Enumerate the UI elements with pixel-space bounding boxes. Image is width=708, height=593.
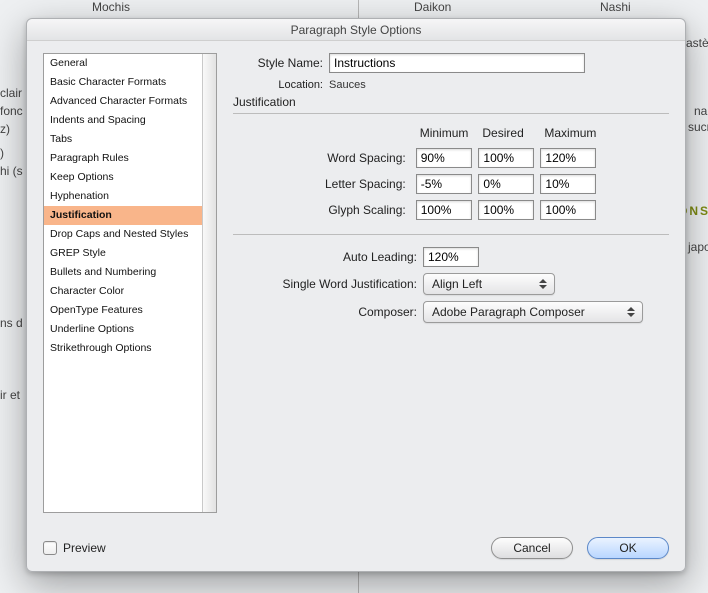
word-spacing-label: Word Spacing: xyxy=(323,146,412,170)
glyph-scaling-min-input[interactable] xyxy=(416,200,472,220)
bg-text: japo xyxy=(688,240,708,254)
bg-text: astèq xyxy=(686,36,708,50)
sidebar-item-opentype-features[interactable]: OpenType Features xyxy=(44,301,216,320)
bg-text: sucr xyxy=(688,120,708,134)
word-spacing-min-input[interactable] xyxy=(416,148,472,168)
col-maximum: Maximum xyxy=(538,126,602,144)
form-area: Style Name: Location: Sauces Justificati… xyxy=(233,53,669,329)
sidebar-item-underline-options[interactable]: Underline Options xyxy=(44,320,216,339)
glyph-scaling-max-input[interactable] xyxy=(540,200,596,220)
category-sidebar: GeneralBasic Character FormatsAdvanced C… xyxy=(43,53,217,513)
col-desired: Desired xyxy=(476,126,536,144)
word-spacing-des-input[interactable] xyxy=(478,148,534,168)
bg-text: fonc xyxy=(0,104,23,118)
section-header: Justification xyxy=(233,95,669,109)
sidebar-scrollbar[interactable] xyxy=(202,54,216,512)
bg-text: clair xyxy=(0,86,22,100)
spacing-table: Minimum Desired Maximum Word Spacing: Le… xyxy=(321,124,604,224)
composer-select[interactable]: Adobe Paragraph Composer xyxy=(423,301,643,323)
bg-text: Nashi xyxy=(600,0,631,14)
location-value: Sauces xyxy=(329,79,366,91)
paragraph-style-options-dialog: Paragraph Style Options GeneralBasic Cha… xyxy=(26,18,686,572)
style-name-input[interactable] xyxy=(329,53,585,73)
sidebar-item-basic-character-formats[interactable]: Basic Character Formats xyxy=(44,73,216,92)
sidebar-item-tabs[interactable]: Tabs xyxy=(44,130,216,149)
bg-text: ir et xyxy=(0,388,20,402)
bg-text: hi (s xyxy=(0,164,23,178)
sidebar-item-strikethrough-options[interactable]: Strikethrough Options xyxy=(44,339,216,358)
dialog-content: GeneralBasic Character FormatsAdvanced C… xyxy=(27,41,685,571)
sidebar-item-bullets-and-numbering[interactable]: Bullets and Numbering xyxy=(44,263,216,282)
bg-text: z) xyxy=(0,122,10,136)
sidebar-item-general[interactable]: General xyxy=(44,54,216,73)
single-word-value: Align Left xyxy=(432,277,482,291)
glyph-scaling-label: Glyph Scaling: xyxy=(323,198,412,222)
bg-text: Mochis xyxy=(92,0,130,14)
sidebar-item-character-color[interactable]: Character Color xyxy=(44,282,216,301)
dialog-footer: Preview Cancel OK xyxy=(43,537,669,559)
word-spacing-max-input[interactable] xyxy=(540,148,596,168)
chevron-updown-icon xyxy=(536,276,550,292)
dialog-title: Paragraph Style Options xyxy=(27,19,685,41)
bg-text: Daikon xyxy=(414,0,451,14)
ok-button[interactable]: OK xyxy=(587,537,669,559)
composer-label: Composer: xyxy=(233,305,423,319)
bg-text: na xyxy=(694,104,707,118)
letter-spacing-min-input[interactable] xyxy=(416,174,472,194)
divider xyxy=(233,234,669,235)
col-minimum: Minimum xyxy=(414,126,475,144)
location-label: Location: xyxy=(233,79,329,91)
bg-text: ns d xyxy=(0,316,23,330)
sidebar-item-justification[interactable]: Justification xyxy=(44,206,216,225)
style-name-label: Style Name: xyxy=(233,56,329,70)
sidebar-item-drop-caps-and-nested-styles[interactable]: Drop Caps and Nested Styles xyxy=(44,225,216,244)
auto-leading-input[interactable] xyxy=(423,247,479,267)
bg-text: ) xyxy=(0,146,4,160)
glyph-scaling-des-input[interactable] xyxy=(478,200,534,220)
single-word-select[interactable]: Align Left xyxy=(423,273,555,295)
sidebar-item-indents-and-spacing[interactable]: Indents and Spacing xyxy=(44,111,216,130)
composer-value: Adobe Paragraph Composer xyxy=(432,305,585,319)
chevron-updown-icon xyxy=(624,304,638,320)
preview-checkbox[interactable] xyxy=(43,541,57,555)
single-word-label: Single Word Justification: xyxy=(233,277,423,291)
sidebar-item-grep-style[interactable]: GREP Style xyxy=(44,244,216,263)
sidebar-item-keep-options[interactable]: Keep Options xyxy=(44,168,216,187)
sidebar-item-paragraph-rules[interactable]: Paragraph Rules xyxy=(44,149,216,168)
sidebar-item-advanced-character-formats[interactable]: Advanced Character Formats xyxy=(44,92,216,111)
sidebar-item-hyphenation[interactable]: Hyphenation xyxy=(44,187,216,206)
letter-spacing-max-input[interactable] xyxy=(540,174,596,194)
letter-spacing-label: Letter Spacing: xyxy=(323,172,412,196)
preview-label: Preview xyxy=(63,541,106,555)
section-divider xyxy=(233,113,669,114)
auto-leading-label: Auto Leading: xyxy=(233,250,423,264)
letter-spacing-des-input[interactable] xyxy=(478,174,534,194)
cancel-button[interactable]: Cancel xyxy=(491,537,573,559)
